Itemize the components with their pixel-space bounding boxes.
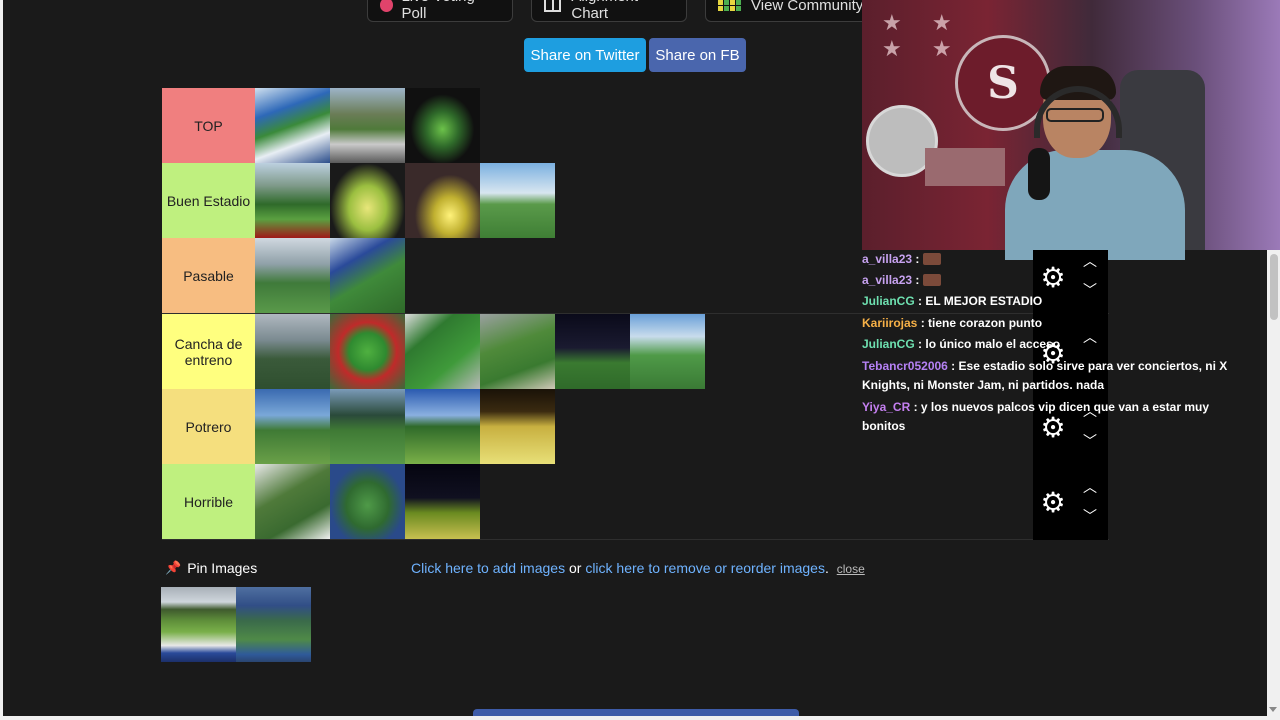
share-twitter-button[interactable]: Share on Twitter <box>524 38 646 72</box>
grid-icon <box>718 0 741 11</box>
view-community-label: View Community R <box>751 0 875 14</box>
chat-overlay: a_villa23 : a_villa23 : JulianCG : EL ME… <box>862 250 1280 440</box>
tier-image[interactable] <box>330 314 405 389</box>
chat-username[interactable]: JulianCG <box>862 294 915 308</box>
chat-username[interactable]: Tebancr052006 <box>862 359 948 373</box>
chat-username[interactable]: Yiya_CR <box>862 400 910 414</box>
tier-label[interactable]: TOP <box>162 88 255 163</box>
image-actions: Click here to add images or click here t… <box>411 560 865 576</box>
chat-message: JulianCG : EL MEJOR ESTADIO <box>862 294 1043 308</box>
pin-images-toggle[interactable]: 📌 Pin Images <box>165 560 257 576</box>
tier-image[interactable] <box>405 389 480 464</box>
tier-image[interactable] <box>405 314 480 389</box>
live-poll-button[interactable]: Live Voting Poll <box>367 0 513 22</box>
chat-message: Yiya_CR : y los nuevos palcos vip dicen … <box>862 400 1210 433</box>
emote-icon <box>922 253 941 265</box>
tier-image[interactable] <box>255 163 330 238</box>
tier-image[interactable] <box>480 389 555 464</box>
record-dot-icon <box>380 0 394 12</box>
pinned-image[interactable] <box>236 587 311 662</box>
tier-image[interactable] <box>255 464 330 539</box>
tier-image[interactable] <box>405 163 480 238</box>
reorder-images-link[interactable]: click here to remove or reorder images <box>585 560 825 576</box>
share-twitter-label: Share on Twitter <box>530 46 640 64</box>
tier-image[interactable] <box>555 314 630 389</box>
chat-username[interactable]: a_villa23 <box>862 273 912 287</box>
chat-message: a_villa23 : <box>862 271 1232 290</box>
live-poll-label: Live Voting Poll <box>401 0 474 22</box>
table-icon <box>544 0 562 12</box>
pin-images-label: Pin Images <box>187 560 258 576</box>
tier-image[interactable] <box>330 163 405 238</box>
pinned-image[interactable] <box>161 587 236 662</box>
tier-image[interactable] <box>630 314 705 389</box>
chat-text: EL MEJOR ESTADIO <box>925 294 1043 308</box>
chevron-down-icon[interactable]: ﹀ <box>1080 509 1100 523</box>
add-images-link[interactable]: Click here to add images <box>411 560 565 576</box>
tier-image[interactable] <box>330 88 405 163</box>
tier-image[interactable] <box>255 238 330 313</box>
chat-message: JulianCG : lo único malo el acceso <box>862 337 1061 351</box>
tier-image[interactable] <box>405 88 480 163</box>
chat-username[interactable]: JulianCG <box>862 337 915 351</box>
share-fb-button[interactable]: Share on FB <box>649 38 746 72</box>
tier-label[interactable]: Horrible <box>162 464 255 539</box>
tier-row: Horrible <box>162 464 1109 540</box>
chat-username[interactable]: a_villa23 <box>862 252 912 266</box>
share-fb-label: Share on FB <box>655 46 740 64</box>
chat-message: Kariirojas : tiene corazon punto <box>862 316 1043 330</box>
view-community-button[interactable]: View Community R <box>705 0 875 22</box>
pin-icon: 📌 <box>165 560 182 575</box>
period-text: . <box>824 560 829 576</box>
flag-stars: ★ ★ ★ ★ <box>882 10 964 61</box>
chat-message: Tebancr052006 : Ese estadio solo sirve p… <box>862 359 1228 392</box>
or-text: or <box>565 560 586 576</box>
tier-image[interactable] <box>330 464 405 539</box>
alignment-chart-button[interactable]: Alignment Chart <box>531 0 687 22</box>
tier-image[interactable] <box>330 389 405 464</box>
chat-message: a_villa23 : <box>862 250 1232 269</box>
chevron-up-icon[interactable]: ︿ <box>1080 480 1100 494</box>
chat-username[interactable]: Kariirojas <box>862 316 917 330</box>
tier-image[interactable] <box>255 88 330 163</box>
tier-label[interactable]: Buen Estadio <box>162 163 255 238</box>
tier-label[interactable]: Cancha de entreno <box>162 314 255 389</box>
tier-label[interactable]: Potrero <box>162 389 255 464</box>
chat-text: tiene corazon punto <box>928 316 1043 330</box>
tier-image[interactable] <box>255 314 330 389</box>
tier-image[interactable] <box>405 464 480 539</box>
tier-image[interactable] <box>480 314 555 389</box>
emote-icon <box>922 274 941 286</box>
alignment-chart-label: Alignment Chart <box>571 0 638 22</box>
tier-label[interactable]: Pasable <box>162 238 255 313</box>
scroll-down-arrow-icon[interactable] <box>1269 707 1277 712</box>
gear-icon[interactable]: ⚙ <box>1036 489 1070 517</box>
microphone <box>1028 148 1050 200</box>
close-link[interactable]: close <box>837 562 865 576</box>
tier-image[interactable] <box>255 389 330 464</box>
chat-text: lo único malo el acceso <box>925 337 1061 351</box>
tier-image[interactable] <box>330 238 405 313</box>
tier-image[interactable] <box>480 163 555 238</box>
bottom-button-edge[interactable] <box>473 709 799 716</box>
shelf <box>925 148 1005 186</box>
